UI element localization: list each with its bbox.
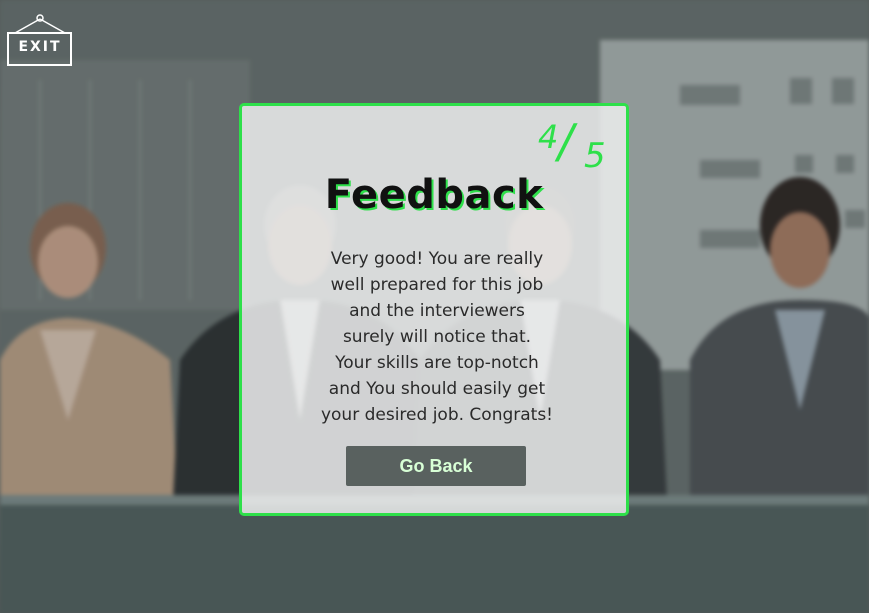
feedback-message-line: your desired job. Congrats!: [320, 405, 554, 425]
feedback-message-line: Very good! You are really: [330, 249, 544, 269]
feedback-card: 4 / 5 Feedback Very good! You are really…: [239, 103, 629, 516]
score-total: 5: [584, 136, 606, 176]
game-scene: EXIT 4 / 5 Feedback Very good! You are r…: [0, 0, 869, 613]
feedback-message: Very good! You are really well prepared …: [302, 246, 572, 428]
exit-label: EXIT: [18, 39, 62, 55]
feedback-message-line: and You should easily get: [328, 379, 546, 399]
score-separator: /: [558, 114, 574, 168]
score-indicator: 4 / 5: [532, 116, 612, 176]
exit-button[interactable]: EXIT: [7, 13, 73, 67]
feedback-message-line: and the interviewers: [349, 301, 525, 321]
feedback-message-line: well prepared for this job: [330, 275, 544, 295]
go-back-button[interactable]: Go Back: [346, 446, 526, 486]
score-current: 4: [538, 118, 559, 156]
feedback-message-line: Your skills are top-notch: [335, 353, 539, 373]
feedback-message-line: surely will notice that.: [342, 327, 532, 347]
feedback-title: Feedback: [324, 172, 544, 218]
